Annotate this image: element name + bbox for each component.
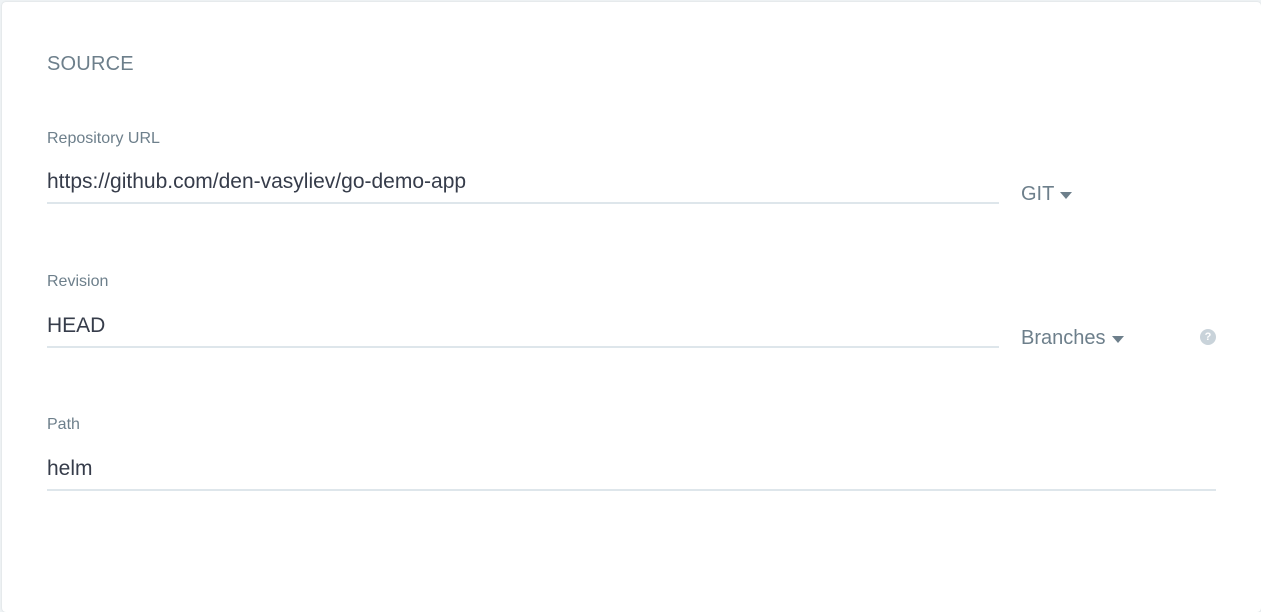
repository-url-input[interactable] — [47, 162, 999, 204]
revision-label: Revision — [47, 273, 109, 290]
caret-down-icon — [1060, 192, 1073, 199]
repo-type-dropdown[interactable]: GIT — [1021, 183, 1073, 206]
repo-type-value: GIT — [1021, 183, 1055, 205]
revision-type-value: Branches — [1021, 327, 1106, 349]
repository-url-label: Repository URL — [47, 130, 160, 147]
revision-type-dropdown[interactable]: Branches — [1021, 327, 1124, 350]
section-title: SOURCE — [47, 53, 134, 75]
source-panel: SOURCE Repository URL GIT Revision Branc… — [2, 2, 1261, 612]
path-label: Path — [47, 416, 80, 433]
caret-down-icon — [1111, 336, 1124, 343]
revision-input[interactable] — [47, 306, 999, 348]
question-circle-icon[interactable]: ? — [1200, 329, 1216, 345]
path-input[interactable] — [47, 449, 1216, 491]
